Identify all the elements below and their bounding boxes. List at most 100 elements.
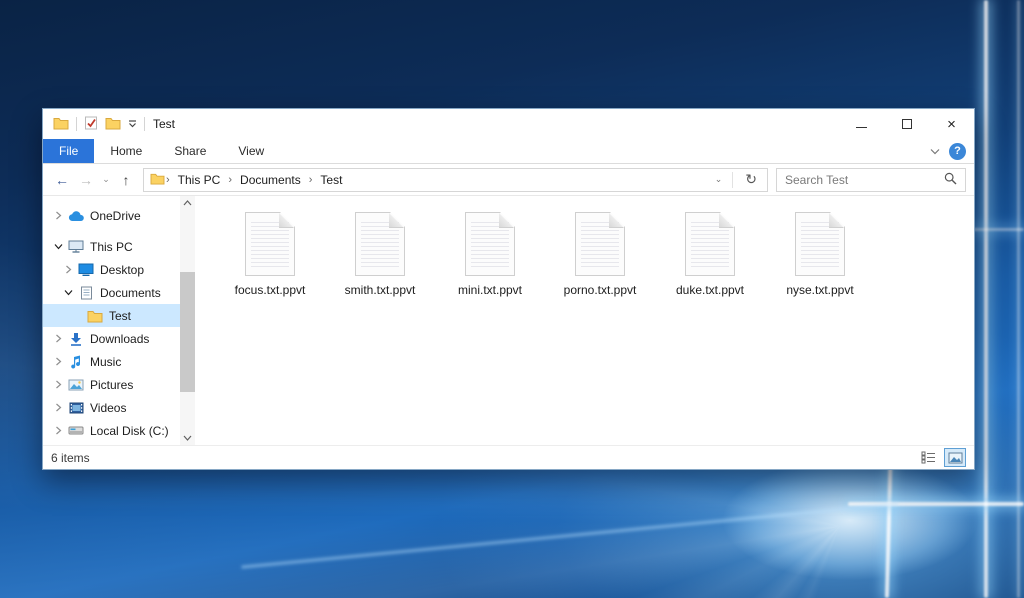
desktop-icon	[76, 263, 96, 276]
minimize-button[interactable]	[839, 109, 884, 139]
sidebar-item-label: Local Disk (C:)	[90, 424, 169, 438]
tab-home[interactable]: Home	[94, 139, 158, 163]
sidebar-item-desktop[interactable]: Desktop	[43, 258, 180, 281]
text-file-icon	[355, 212, 405, 276]
download-icon	[66, 332, 86, 346]
search-input[interactable]	[785, 173, 944, 187]
file-name: mini.txt.ppvt	[458, 283, 522, 297]
sidebar-item-label: Desktop	[100, 263, 144, 277]
chevron-down-icon[interactable]	[51, 243, 66, 250]
breadcrumb-documents[interactable]: Documents	[233, 173, 308, 187]
ribbon-right-controls: ?	[930, 139, 966, 163]
folder-icon	[85, 309, 105, 323]
scroll-up-icon[interactable]	[180, 196, 195, 210]
sidebar-item-label: Test	[109, 309, 131, 323]
computer-icon	[66, 240, 86, 253]
quick-access-toolbar	[53, 116, 145, 133]
file-item[interactable]: focus.txt.ppvt	[215, 212, 325, 297]
scrollbar-thumb[interactable]	[180, 272, 195, 392]
sidebar-item-this-pc[interactable]: This PC	[43, 235, 180, 258]
file-item[interactable]: nyse.txt.ppvt	[765, 212, 875, 297]
breadcrumb-test[interactable]: Test	[313, 173, 349, 187]
window-title: Test	[153, 117, 175, 131]
explorer-window: Test × File Home Share View ? ←	[42, 108, 975, 470]
sidebar-item-label: Pictures	[90, 378, 133, 392]
forward-button[interactable]: →	[75, 172, 97, 188]
file-name: focus.txt.ppvt	[235, 283, 306, 297]
windows-logo-line	[972, 228, 1024, 231]
chevron-right-icon[interactable]	[51, 380, 66, 389]
text-file-icon	[465, 212, 515, 276]
sidebar-item-local-disk-c[interactable]: Local Disk (C:)	[43, 419, 180, 442]
text-file-icon	[685, 212, 735, 276]
sidebar-item-pictures[interactable]: Pictures	[43, 373, 180, 396]
sidebar-item-documents[interactable]: Documents	[43, 281, 180, 304]
new-folder-icon[interactable]	[105, 116, 121, 133]
disk-icon	[66, 425, 86, 436]
pictures-icon	[66, 379, 86, 391]
ribbon-tab-bar: File Home Share View ?	[43, 139, 974, 164]
sidebar-item-videos[interactable]: Videos	[43, 396, 180, 419]
chevron-right-icon[interactable]	[51, 334, 66, 343]
navigation-buttons: ← → ⌄ ↑	[51, 172, 137, 188]
back-button[interactable]: ←	[51, 172, 73, 188]
sidebar-item-downloads[interactable]: Downloads	[43, 327, 180, 350]
refresh-icon[interactable]: ↻	[737, 171, 765, 188]
sidebar-item-label: OneDrive	[90, 209, 141, 223]
navigation-pane: OneDrive This PC Desktop Documents	[43, 196, 180, 445]
tab-share[interactable]: Share	[158, 139, 222, 163]
minimize-ribbon-chevron-icon[interactable]	[930, 144, 940, 158]
sidebar-item-label: Downloads	[90, 332, 149, 346]
file-item[interactable]: duke.txt.ppvt	[655, 212, 765, 297]
videos-icon	[66, 402, 86, 414]
recent-locations-chevron-icon[interactable]: ⌄	[99, 174, 113, 185]
sidebar-item-music[interactable]: Music	[43, 350, 180, 373]
address-divider	[732, 172, 733, 188]
file-item[interactable]: porno.txt.ppvt	[545, 212, 655, 297]
search-box[interactable]	[776, 168, 966, 192]
title-bar[interactable]: Test ×	[43, 109, 974, 139]
text-file-icon	[245, 212, 295, 276]
desktop-wallpaper: Test × File Home Share View ? ←	[0, 0, 1024, 598]
minimize-icon	[856, 127, 867, 128]
chevron-right-icon[interactable]	[51, 211, 66, 220]
breadcrumb-this-pc[interactable]: This PC	[171, 173, 228, 187]
window-controls: ×	[839, 109, 974, 139]
address-box[interactable]: › This PC › Documents › Test ⌄ ↻	[143, 168, 768, 192]
chevron-right-icon[interactable]	[51, 426, 66, 435]
scroll-down-icon[interactable]	[180, 431, 195, 445]
search-icon[interactable]	[944, 172, 957, 188]
cloud-icon	[66, 210, 86, 222]
file-item[interactable]: mini.txt.ppvt	[435, 212, 545, 297]
music-icon	[66, 355, 86, 369]
maximize-button[interactable]	[884, 109, 929, 139]
chevron-right-icon[interactable]	[61, 265, 76, 274]
file-name: smith.txt.ppvt	[345, 283, 416, 297]
address-bar-row: ← → ⌄ ↑ › This PC › Documents › Test ⌄ ↻	[43, 164, 974, 196]
up-button[interactable]: ↑	[115, 172, 137, 188]
chevron-down-icon[interactable]	[61, 289, 76, 296]
help-icon[interactable]: ?	[949, 143, 966, 160]
properties-icon[interactable]	[84, 116, 98, 133]
customize-quick-access-chevron-icon[interactable]	[128, 117, 137, 131]
tab-view[interactable]: View	[222, 139, 280, 163]
sidebar-item-label: Documents	[100, 286, 161, 300]
sidebar-item-onedrive[interactable]: OneDrive	[43, 204, 180, 227]
address-dropdown-chevron-icon[interactable]: ⌄	[709, 174, 729, 185]
sidebar-item-label: This PC	[90, 240, 133, 254]
sidebar-scrollbar[interactable]	[180, 196, 195, 445]
chevron-right-icon[interactable]	[51, 403, 66, 412]
sidebar-item-test[interactable]: Test	[43, 304, 180, 327]
address-folder-icon	[150, 172, 165, 188]
close-button[interactable]: ×	[929, 109, 974, 139]
thumbnail-view-icon[interactable]	[944, 448, 966, 467]
tab-file[interactable]: File	[43, 139, 94, 163]
toolbar-separator	[76, 117, 77, 131]
items-count: 6 items	[51, 451, 90, 465]
maximize-icon	[902, 119, 912, 129]
file-item[interactable]: smith.txt.ppvt	[325, 212, 435, 297]
chevron-right-icon[interactable]	[51, 357, 66, 366]
toolbar-separator	[144, 117, 145, 131]
details-view-icon[interactable]	[917, 448, 939, 467]
file-name: nyse.txt.ppvt	[786, 283, 853, 297]
